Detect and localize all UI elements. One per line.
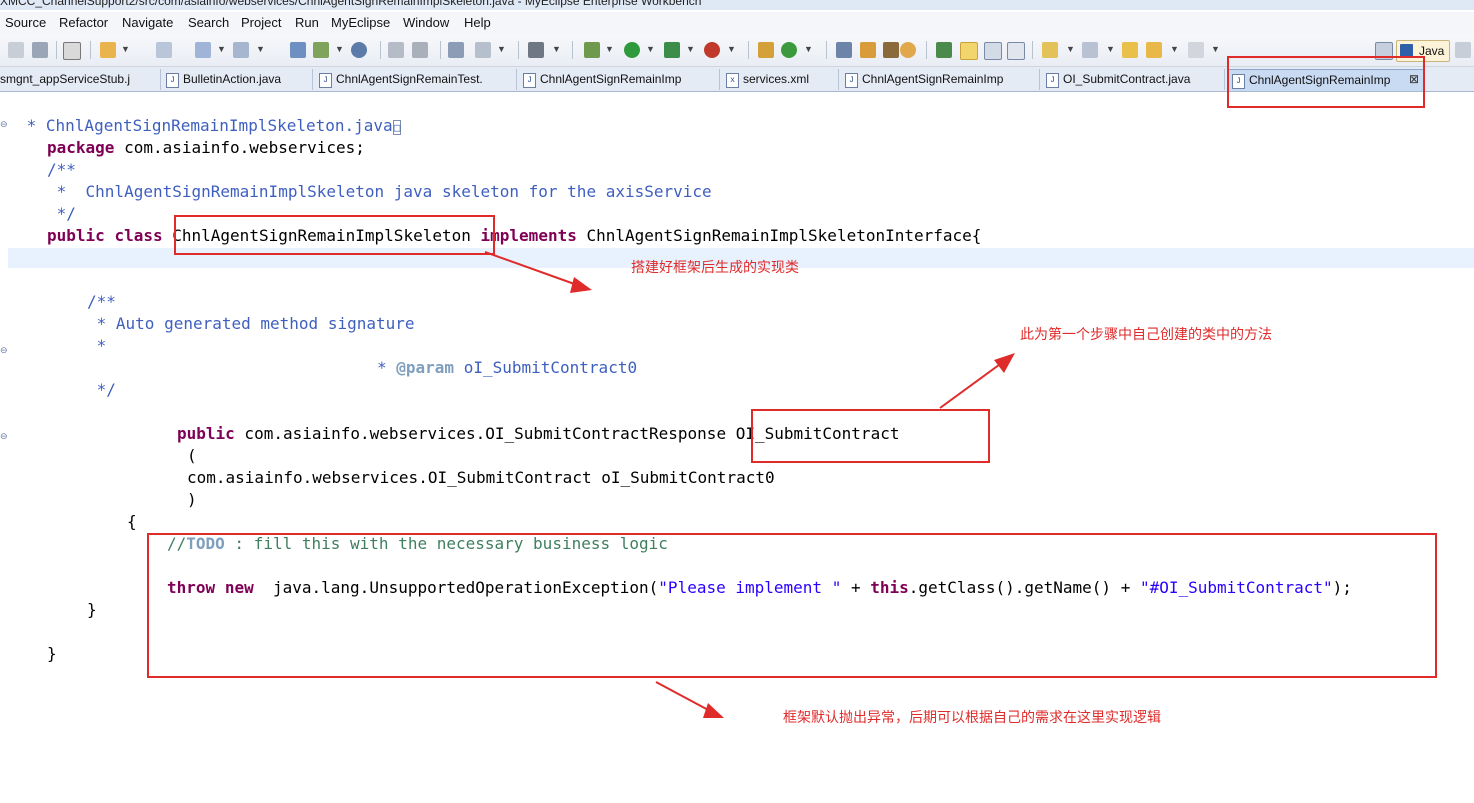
arrow-head-method bbox=[994, 353, 1015, 373]
arrow-head-exception bbox=[703, 703, 724, 718]
annotation-note-exception: 框架默认抛出异常，后期可以根据自己的需求在这里实现逻辑 bbox=[783, 710, 1161, 726]
annotation-note-class: 搭建好框架后生成的实现类 bbox=[631, 260, 799, 276]
arrow-head-class bbox=[570, 277, 592, 293]
arrow-line-method bbox=[939, 361, 1004, 409]
annotation-note-method: 此为第一个步骤中自己创建的类中的方法 bbox=[1020, 327, 1272, 343]
annotation-arrows bbox=[484, 251, 1015, 718]
arrow-line-class bbox=[484, 251, 581, 287]
arrow-line-exception bbox=[655, 681, 713, 713]
